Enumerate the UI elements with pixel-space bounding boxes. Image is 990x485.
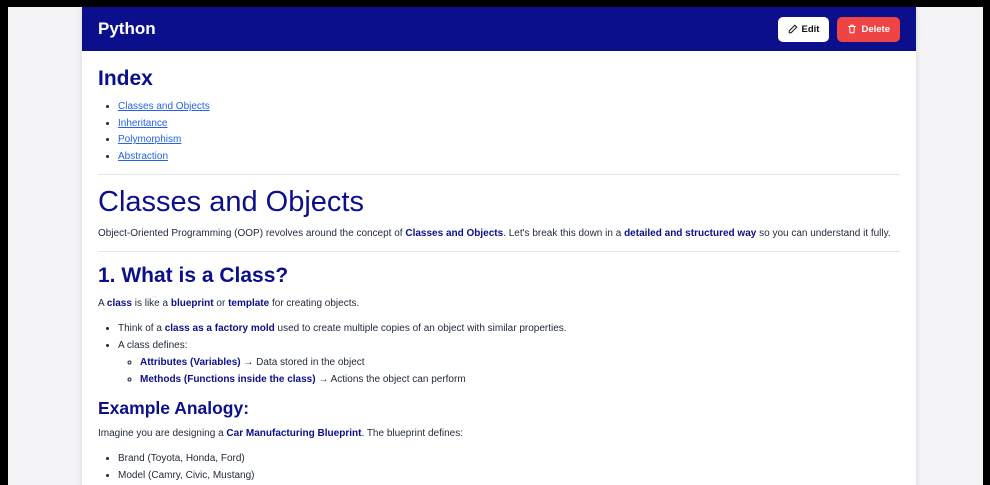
- note-content: Index Classes and Objects Inheritance Po…: [82, 51, 916, 484]
- text: or: [213, 298, 229, 309]
- note-card: Python Edit Delete Index Cla: [82, 7, 916, 485]
- index-link-inheritance[interactable]: Inheritance: [118, 118, 167, 129]
- text: is like a: [131, 298, 171, 309]
- list-item: Think of a class as a factory mold used …: [118, 320, 900, 337]
- sub-list-item: Attributes (Variables) → Data stored in …: [140, 354, 900, 371]
- bold-text: template: [228, 298, 270, 309]
- edit-button-label: Edit: [801, 23, 820, 35]
- section-title: Classes and Objects: [98, 186, 364, 218]
- index-heading: Index: [98, 67, 153, 90]
- index-item: Abstraction: [118, 149, 900, 166]
- class-definition-paragraph: A class is like a blueprint or template …: [98, 295, 900, 312]
- intro-paragraph: Object-Oriented Programming (OOP) revolv…: [98, 225, 900, 242]
- header-actions: Edit Delete: [777, 16, 900, 42]
- text: → Data stored in the object: [240, 357, 365, 368]
- bold-text: Methods (Functions inside the class): [140, 374, 316, 385]
- index-item: Classes and Objects: [118, 99, 900, 116]
- list-item: Brand (Toyota, Honda, Ford): [118, 450, 900, 467]
- what-is-class-heading: 1. What is a Class?: [98, 264, 289, 287]
- text: . Let's break this down in a: [503, 228, 625, 239]
- bold-text: class as a factory mold: [164, 323, 275, 334]
- text: so you can understand it fully.: [756, 228, 891, 239]
- list-item: A class defines: Attributes (Variables) …: [118, 337, 900, 388]
- index-link-abstraction[interactable]: Abstraction: [118, 151, 168, 162]
- index-link-classes-objects[interactable]: Classes and Objects: [118, 101, 210, 112]
- text: for creating objects.: [269, 298, 360, 309]
- text: used to create multiple copies of an obj…: [274, 323, 567, 334]
- text: Imagine you are designing a: [98, 428, 227, 439]
- sub-list: Attributes (Variables) → Data stored in …: [118, 354, 900, 388]
- bold-text: class: [106, 298, 132, 309]
- bold-text: blueprint: [170, 298, 214, 309]
- text: → Actions the object can perform: [315, 374, 466, 385]
- text: Think of a: [118, 323, 165, 334]
- text: Object-Oriented Programming (OOP) revolv…: [98, 228, 406, 239]
- pencil-icon: [788, 24, 797, 34]
- divider: [98, 251, 900, 252]
- sub-list-item: Methods (Functions inside the class) → A…: [140, 371, 900, 388]
- note-header: Python Edit Delete: [82, 7, 916, 51]
- list-item: Model (Camry, Civic, Mustang): [118, 467, 900, 484]
- delete-button[interactable]: Delete: [837, 16, 900, 42]
- bold-text: Car Manufacturing Blueprint: [226, 428, 362, 439]
- class-bullet-list: Think of a class as a factory mold used …: [98, 320, 900, 388]
- divider: [98, 174, 900, 175]
- analogy-list: Brand (Toyota, Honda, Ford) Model (Camry…: [98, 450, 900, 484]
- index-list: Classes and Objects Inheritance Polymorp…: [98, 99, 900, 165]
- bold-text: detailed and structured way: [624, 228, 757, 239]
- index-link-polymorphism[interactable]: Polymorphism: [118, 134, 181, 145]
- text: A class defines:: [118, 340, 188, 351]
- example-analogy-heading: Example Analogy:: [98, 398, 250, 418]
- edit-button[interactable]: Edit: [777, 16, 830, 42]
- delete-button-label: Delete: [861, 23, 890, 35]
- index-item: Inheritance: [118, 116, 900, 133]
- trash-icon: [848, 24, 857, 34]
- text: A: [98, 298, 107, 309]
- bold-text: Classes and Objects: [405, 228, 504, 239]
- text: . The blueprint defines:: [361, 428, 463, 439]
- browser-viewport: Python Edit Delete Index Cla: [8, 7, 983, 485]
- note-title: Python: [98, 19, 156, 38]
- bold-text: Attributes (Variables): [140, 357, 241, 368]
- analogy-paragraph: Imagine you are designing a Car Manufact…: [98, 425, 900, 442]
- index-item: Polymorphism: [118, 132, 900, 149]
